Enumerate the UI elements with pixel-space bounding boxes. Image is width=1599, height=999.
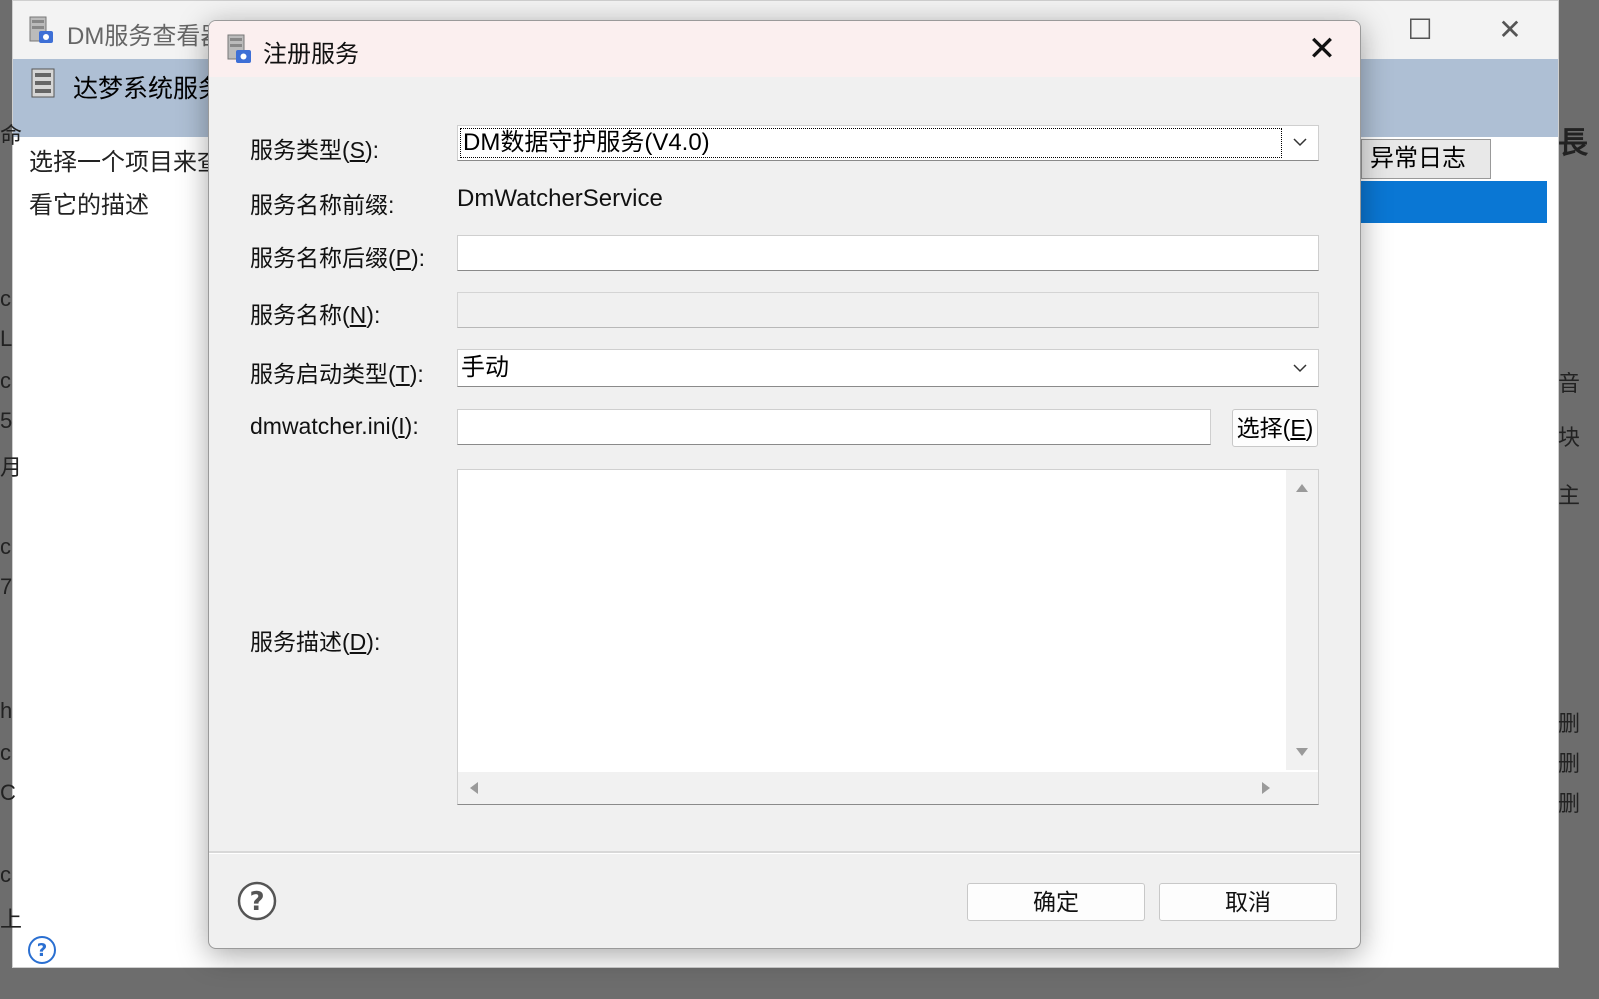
- bg-window-title: DM服务查看器: [67, 23, 225, 50]
- scroll-up-arrow-icon[interactable]: [1296, 484, 1308, 492]
- scroll-left-arrow-icon[interactable]: [470, 782, 478, 794]
- description-textarea[interactable]: [457, 469, 1319, 805]
- edge-char: c: [0, 862, 11, 887]
- edge-char: L: [0, 326, 13, 351]
- choose-file-button[interactable]: 选择(E): [1232, 409, 1318, 447]
- start-type-label: 服务启动类型(T):: [250, 361, 424, 387]
- edge-char: 長: [1558, 127, 1588, 160]
- service-type-label: 服务类型(S):: [250, 137, 380, 163]
- ok-button[interactable]: 确定: [967, 883, 1145, 921]
- edge-char: c: [0, 740, 11, 765]
- bg-description: 选择一个项目来查看它的描述: [29, 148, 221, 219]
- bg-header-title: 达梦系统服务: [73, 75, 224, 103]
- chevron-down-icon: [1293, 138, 1307, 147]
- error-log-button[interactable]: 异常日志: [1361, 139, 1491, 179]
- edge-char: h: [0, 698, 13, 723]
- edge-char: c: [0, 534, 11, 559]
- edge-char: 删: [1558, 711, 1581, 736]
- server-stack-icon: [31, 68, 55, 98]
- maximize-icon[interactable]: ☐: [1400, 13, 1440, 47]
- ini-file-input[interactable]: [457, 409, 1211, 445]
- edge-char: 块: [1558, 425, 1581, 450]
- help-icon[interactable]: ?: [27, 935, 57, 965]
- scroll-right-arrow-icon[interactable]: [1262, 782, 1270, 794]
- start-type-value: 手动: [461, 354, 509, 381]
- service-type-value: DM数据守护服务(V4.0): [460, 128, 1282, 158]
- svg-text:?: ?: [37, 940, 47, 961]
- name-prefix-value: DmWatcherService: [457, 185, 663, 212]
- service-name-label: 服务名称(N):: [250, 302, 381, 328]
- edge-char: 音: [1558, 371, 1581, 396]
- close-icon[interactable]: ✕: [1490, 13, 1530, 47]
- help-icon[interactable]: ?: [237, 881, 277, 921]
- name-prefix-label: 服务名称前缀:: [250, 192, 395, 218]
- ini-file-label: dmwatcher.ini(I):: [250, 413, 419, 439]
- edge-char: c: [0, 368, 11, 393]
- scroll-down-arrow-icon[interactable]: [1296, 748, 1308, 756]
- edge-char: 删: [1558, 751, 1581, 776]
- edge-char: 命: [0, 123, 23, 148]
- edge-char: 主: [1558, 483, 1581, 508]
- edge-char: 月: [0, 455, 23, 480]
- register-service-dialog: 注册服务 ✕ 服务类型(S): DM数据守护服务(V4.0) 服务名称前缀: D…: [208, 20, 1361, 949]
- chevron-down-icon: [1293, 364, 1307, 373]
- svg-text:?: ?: [249, 887, 264, 917]
- dialog-title: 注册服务: [263, 41, 359, 68]
- selected-row-highlight: [1361, 181, 1547, 223]
- name-suffix-label: 服务名称后缀(P):: [250, 245, 426, 271]
- edge-char: c: [0, 286, 11, 311]
- start-type-select[interactable]: 手动: [457, 349, 1319, 387]
- horizontal-scrollbar[interactable]: [458, 772, 1318, 804]
- name-suffix-input[interactable]: [457, 235, 1319, 271]
- server-icon: [29, 16, 53, 43]
- description-label: 服务描述(D):: [250, 629, 381, 655]
- edge-char: 5: [0, 408, 13, 433]
- edge-char: 7: [0, 574, 13, 599]
- dialog-titlebar: 注册服务 ✕: [209, 21, 1360, 77]
- service-type-select[interactable]: DM数据守护服务(V4.0): [457, 125, 1319, 161]
- edge-char: 删: [1558, 791, 1581, 816]
- close-icon[interactable]: ✕: [1304, 29, 1340, 69]
- vertical-scrollbar[interactable]: [1286, 470, 1318, 770]
- server-icon: [227, 34, 251, 63]
- edge-char: 上: [0, 907, 23, 932]
- cancel-button[interactable]: 取消: [1159, 883, 1337, 921]
- service-name-input: [457, 292, 1319, 328]
- edge-char: C: [0, 780, 16, 805]
- footer-separator: [209, 851, 1360, 854]
